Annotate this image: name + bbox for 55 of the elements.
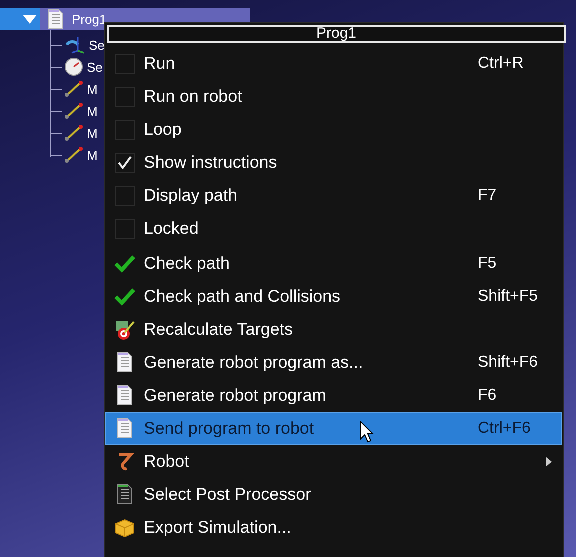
menu-item[interactable]: Export Simulation... [105,511,562,544]
checkbox[interactable] [115,218,135,238]
menu-item[interactable]: Check path F5 [105,247,562,280]
shortcut-label: Ctrl+F6 [478,420,532,438]
tree-item-label[interactable]: Se [87,60,103,74]
document-icon [48,8,64,30]
move-icon [64,102,84,120]
checkmark-icon [114,288,136,306]
checkbox[interactable] [115,86,135,106]
menu-item[interactable]: Show instructions [105,146,562,179]
checkbox[interactable] [115,54,135,74]
frame-icon [64,35,86,55]
checkbox[interactable] [115,186,135,206]
menu-item[interactable]: Send program to robot Ctrl+F6 [105,412,562,445]
document-icon [117,418,133,439]
menu-title: Prog1 [107,25,566,43]
menu-item[interactable]: Run on robot [105,80,562,113]
caret-icon[interactable] [22,13,38,25]
menu-item[interactable]: Robot [105,445,562,478]
gauge-icon [64,57,84,77]
box-icon [114,518,136,538]
checkmark-icon [114,254,136,272]
checkbox[interactable] [115,120,135,140]
document-icon [117,484,133,505]
target-icon [114,318,136,340]
document-icon [117,352,133,373]
menu-item[interactable]: Loop [105,113,562,146]
tree-item-label[interactable]: M [87,104,98,118]
program-label: Prog1 [72,12,107,26]
menu-item[interactable]: Run Ctrl+R [105,47,562,80]
menu-item[interactable]: Locked [105,212,562,245]
cursor-icon [360,421,374,443]
tree-item-label[interactable]: M [87,126,98,140]
move-icon [64,124,84,142]
shortcut-label: F5 [478,254,498,272]
menu-item[interactable]: Select Post Processor [105,478,562,511]
robot-icon [116,450,134,472]
move-icon [64,146,84,164]
tree-item-label[interactable]: Se [89,38,105,52]
menu-item[interactable]: Generate robot program F6 [105,379,562,412]
menu-item[interactable]: Generate robot program as... Shift+F6 [105,346,562,379]
tree-item-label[interactable]: M [87,148,98,162]
checkbox[interactable] [115,152,135,172]
document-icon [117,385,133,406]
shortcut-label: Shift+F5 [478,288,540,306]
shortcut-label: Shift+F6 [478,354,540,372]
move-icon [64,80,84,98]
menu-item[interactable]: Check path and Collisions Shift+F5 [105,280,562,313]
tree-item-label[interactable]: M [87,82,98,96]
menu-item[interactable]: Display path F7 [105,179,562,212]
shortcut-label: Ctrl+R [478,54,525,72]
submenu-arrow-icon [545,456,553,466]
shortcut-label: F6 [478,386,498,404]
menu-item[interactable]: Recalculate Targets [105,313,562,346]
shortcut-label: F7 [478,186,498,204]
